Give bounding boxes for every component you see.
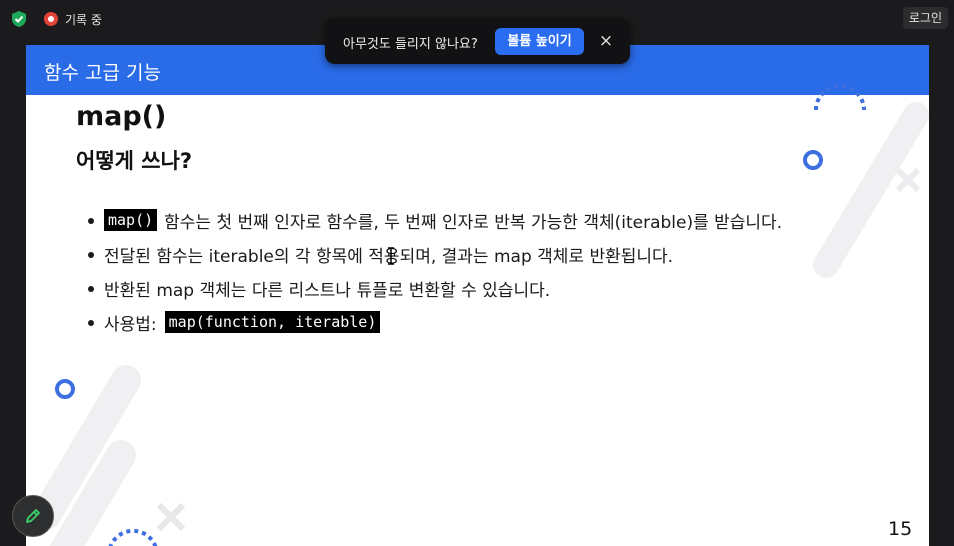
bullet-text: 사용법:: [104, 314, 157, 335]
recording-label: 기록 중: [65, 12, 102, 27]
slide-title: map(): [76, 101, 167, 132]
shield-icon: [12, 11, 26, 27]
text-cursor-icon: [388, 247, 394, 265]
slide-header-title: 함수 고급 기능: [44, 62, 161, 84]
recording-indicator[interactable]: 기록 중: [44, 10, 102, 28]
record-icon: [44, 12, 58, 26]
bullet-list: map() 함수는 첫 번째 인자로 함수를, 두 번째 인자로 반복 가능한 …: [88, 203, 782, 339]
slide-subtitle: 어떻게 쓰나?: [76, 149, 193, 173]
inline-code: map(): [104, 209, 158, 231]
inline-code: map(function, iterable): [164, 311, 381, 333]
list-item: 반환된 map 객체는 다른 리스트나 튜플로 변환할 수 있습니다.: [88, 271, 782, 305]
close-icon[interactable]: ×: [597, 29, 615, 53]
list-item: 사용법: map(function, iterable): [88, 305, 782, 339]
toast-message: 아무것도 들리지 않나요?: [343, 37, 478, 52]
bullet-text: 반환된 map 객체는 다른 리스트나 튜플로 변환할 수 있습니다.: [104, 280, 551, 301]
audio-toast: 아무것도 들리지 않나요? 볼륨 높이기 ×: [325, 18, 630, 64]
list-item: map() 함수는 첫 번째 인자로 함수를, 두 번째 인자로 반복 가능한 …: [88, 203, 782, 237]
list-item: 전달된 함수는 iterable의 각 항목에 적용되며, 결과는 map 객체…: [88, 237, 782, 271]
page-number: 15: [888, 518, 913, 540]
increase-volume-button[interactable]: 볼륨 높이기: [495, 28, 584, 55]
login-button[interactable]: 로그인: [902, 7, 948, 29]
presentation-slide: 함수 고급 기능 map() 어떻게 쓰나? map() 함수는 첫 번째 인자…: [26, 45, 929, 546]
pen-icon: [26, 509, 40, 523]
bullet-text: 함수는 첫 번째 인자로 함수를, 두 번째 인자로 반복 가능한 객체(ite…: [164, 212, 783, 233]
annotate-button[interactable]: [12, 495, 54, 537]
